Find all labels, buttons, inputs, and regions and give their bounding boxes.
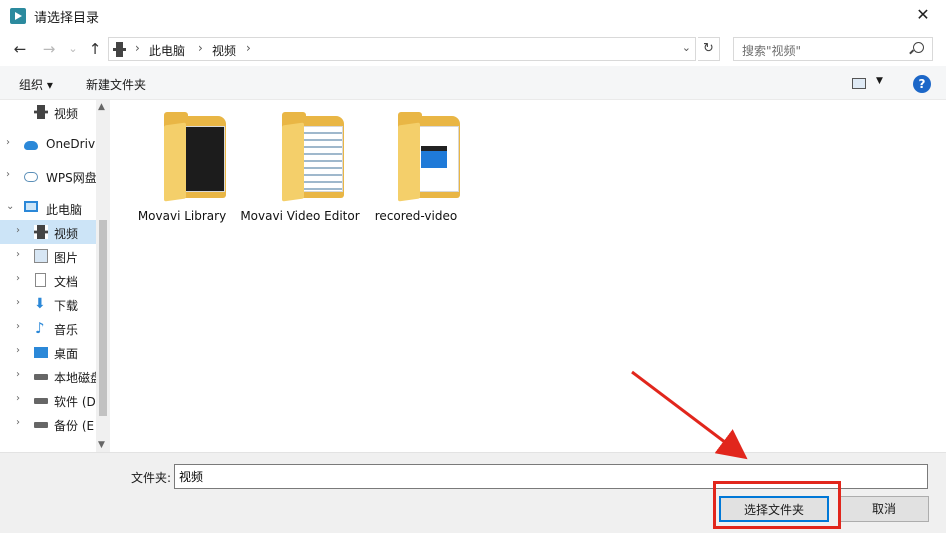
folder-field-label: 文件夹: (131, 471, 172, 485)
chevron-right-icon[interactable]: › (16, 321, 20, 332)
back-button[interactable]: ← (9, 38, 31, 60)
sidebar-item-videos-quick[interactable]: 视频 (0, 100, 96, 124)
sidebar-item-local-disk[interactable]: › 本地磁盘 (0, 364, 102, 388)
help-icon[interactable]: ? (913, 75, 931, 93)
breadcrumb-separator: › (198, 41, 203, 55)
search-placeholder: 搜索"视频" (742, 44, 802, 58)
drive-icon (34, 422, 48, 428)
sidebar-item-label: 文档 (54, 275, 79, 289)
scroll-down-button[interactable]: ▼ (98, 440, 105, 450)
folder-item[interactable]: Movavi Video Editor (240, 112, 360, 246)
video-icon (34, 105, 48, 119)
chevron-right-icon[interactable]: › (16, 369, 20, 380)
video-icon (34, 225, 48, 239)
sidebar-item-wps[interactable]: › WPS网盘 (0, 164, 97, 188)
organize-menu[interactable]: 组织 ▾ (19, 76, 53, 93)
video-folder-icon (113, 42, 126, 57)
clapperboard-icon (421, 146, 447, 168)
window-title: 请选择目录 (34, 11, 100, 26)
breadcrumb-separator: › (135, 41, 140, 55)
sidebar-item-label: 此电脑 (46, 203, 83, 217)
onedrive-cloud-icon (24, 141, 38, 150)
breadcrumb-separator[interactable]: › (246, 41, 251, 55)
sidebar-item-drive-e[interactable]: › 备份 (E (0, 412, 96, 436)
refresh-button[interactable]: ↻ (698, 37, 720, 61)
this-pc-icon (24, 201, 38, 212)
sidebar-item-label: 视频 (54, 107, 79, 121)
breadcrumb-videos[interactable]: 视频 (212, 42, 236, 59)
sidebar-item-documents[interactable]: › 文档 (0, 268, 96, 292)
drive-icon (34, 398, 48, 404)
navigation-pane: 视频 › OneDriv › WPS网盘 ⌄ 此电脑 › 视频 › 图片 › 文… (0, 100, 110, 452)
up-button[interactable]: ↑ (84, 38, 106, 60)
address-bar[interactable]: › 此电脑 › 视频 › ⌄ (108, 37, 696, 61)
music-icon: ♪ (35, 319, 45, 337)
annotation-highlight-box (713, 481, 841, 529)
folder-item[interactable]: recored-video (361, 112, 471, 246)
folder-name: Movavi Library (137, 209, 227, 223)
sidebar-item-this-pc[interactable]: ⌄ 此电脑 (0, 196, 96, 220)
sidebar-item-label: 备份 (E (54, 419, 95, 433)
folder-view: Movavi Library Movavi Video Editor recor… (110, 100, 946, 452)
sidebar-item-label: 视频 (54, 227, 79, 241)
search-input[interactable]: 搜索"视频" (733, 37, 933, 61)
chevron-right-icon[interactable]: › (6, 169, 10, 180)
sidebar-scrollbar[interactable]: ▲ ▼ (96, 100, 110, 452)
title-bar: 请选择目录 ✕ (0, 0, 946, 32)
sidebar-item-downloads[interactable]: › ⬇ 下载 (0, 292, 96, 316)
app-play-icon (10, 8, 26, 24)
wps-cloud-icon (24, 172, 38, 182)
forward-button[interactable]: → (38, 38, 60, 60)
close-button[interactable]: ✕ (900, 0, 946, 30)
local-disk-icon (34, 374, 48, 380)
chevron-right-icon[interactable]: › (6, 137, 10, 148)
cancel-button[interactable]: 取消 (839, 496, 929, 522)
scroll-up-button[interactable]: ▲ (98, 102, 105, 112)
new-folder-button[interactable]: 新建文件夹 (86, 76, 146, 93)
view-options-icon[interactable] (852, 78, 866, 89)
sidebar-item-label: OneDriv (46, 137, 96, 151)
sidebar-item-label: 本地磁盘 (54, 371, 103, 385)
address-row: ← → ⌄ ↑ › 此电脑 › 视频 › ⌄ ↻ 搜索"视频" (0, 32, 946, 66)
sidebar-item-pictures[interactable]: › 图片 (0, 244, 96, 268)
documents-icon (35, 273, 46, 287)
chevron-right-icon[interactable]: › (16, 417, 20, 428)
scroll-thumb[interactable] (99, 220, 107, 416)
sidebar-item-label: 桌面 (54, 347, 79, 361)
sidebar-item-music[interactable]: › ♪ 音乐 (0, 316, 96, 340)
sidebar-item-label: WPS网盘 (46, 171, 97, 185)
sidebar-item-label: 下载 (54, 299, 79, 313)
sidebar-item-onedrive[interactable]: › OneDriv (0, 132, 96, 156)
folder-name: Movavi Video Editor (240, 209, 360, 223)
search-icon (913, 42, 924, 53)
chevron-right-icon[interactable]: › (16, 249, 20, 260)
pictures-icon (34, 249, 48, 263)
chevron-down-icon[interactable]: ⌄ (6, 201, 14, 212)
download-icon: ⬇ (34, 296, 46, 312)
folder-item[interactable]: Movavi Library (127, 112, 237, 246)
view-dropdown-icon[interactable]: ▼ (876, 76, 883, 86)
chevron-right-icon[interactable]: › (16, 273, 20, 284)
desktop-icon (34, 347, 48, 358)
chevron-down-icon[interactable]: ⌄ (682, 41, 691, 54)
breadcrumb-this-pc[interactable]: 此电脑 (149, 42, 185, 59)
sidebar-item-videos[interactable]: › 视频 (0, 220, 96, 244)
sidebar-item-label: 软件 (D (54, 395, 96, 409)
chevron-right-icon[interactable]: › (16, 225, 20, 236)
chevron-right-icon[interactable]: › (16, 345, 20, 356)
sidebar-item-label: 音乐 (54, 323, 79, 337)
sidebar-item-drive-d[interactable]: › 软件 (D (0, 388, 96, 412)
recent-locations-button[interactable]: ⌄ (62, 38, 84, 60)
sidebar-item-desktop[interactable]: › 桌面 (0, 340, 96, 364)
chevron-right-icon[interactable]: › (16, 297, 20, 308)
sidebar-item-label: 图片 (54, 251, 79, 265)
chevron-right-icon[interactable]: › (16, 393, 20, 404)
folder-name: recored-video (374, 209, 458, 223)
command-bar: 组织 ▾ 新建文件夹 ▼ ? (0, 66, 946, 100)
